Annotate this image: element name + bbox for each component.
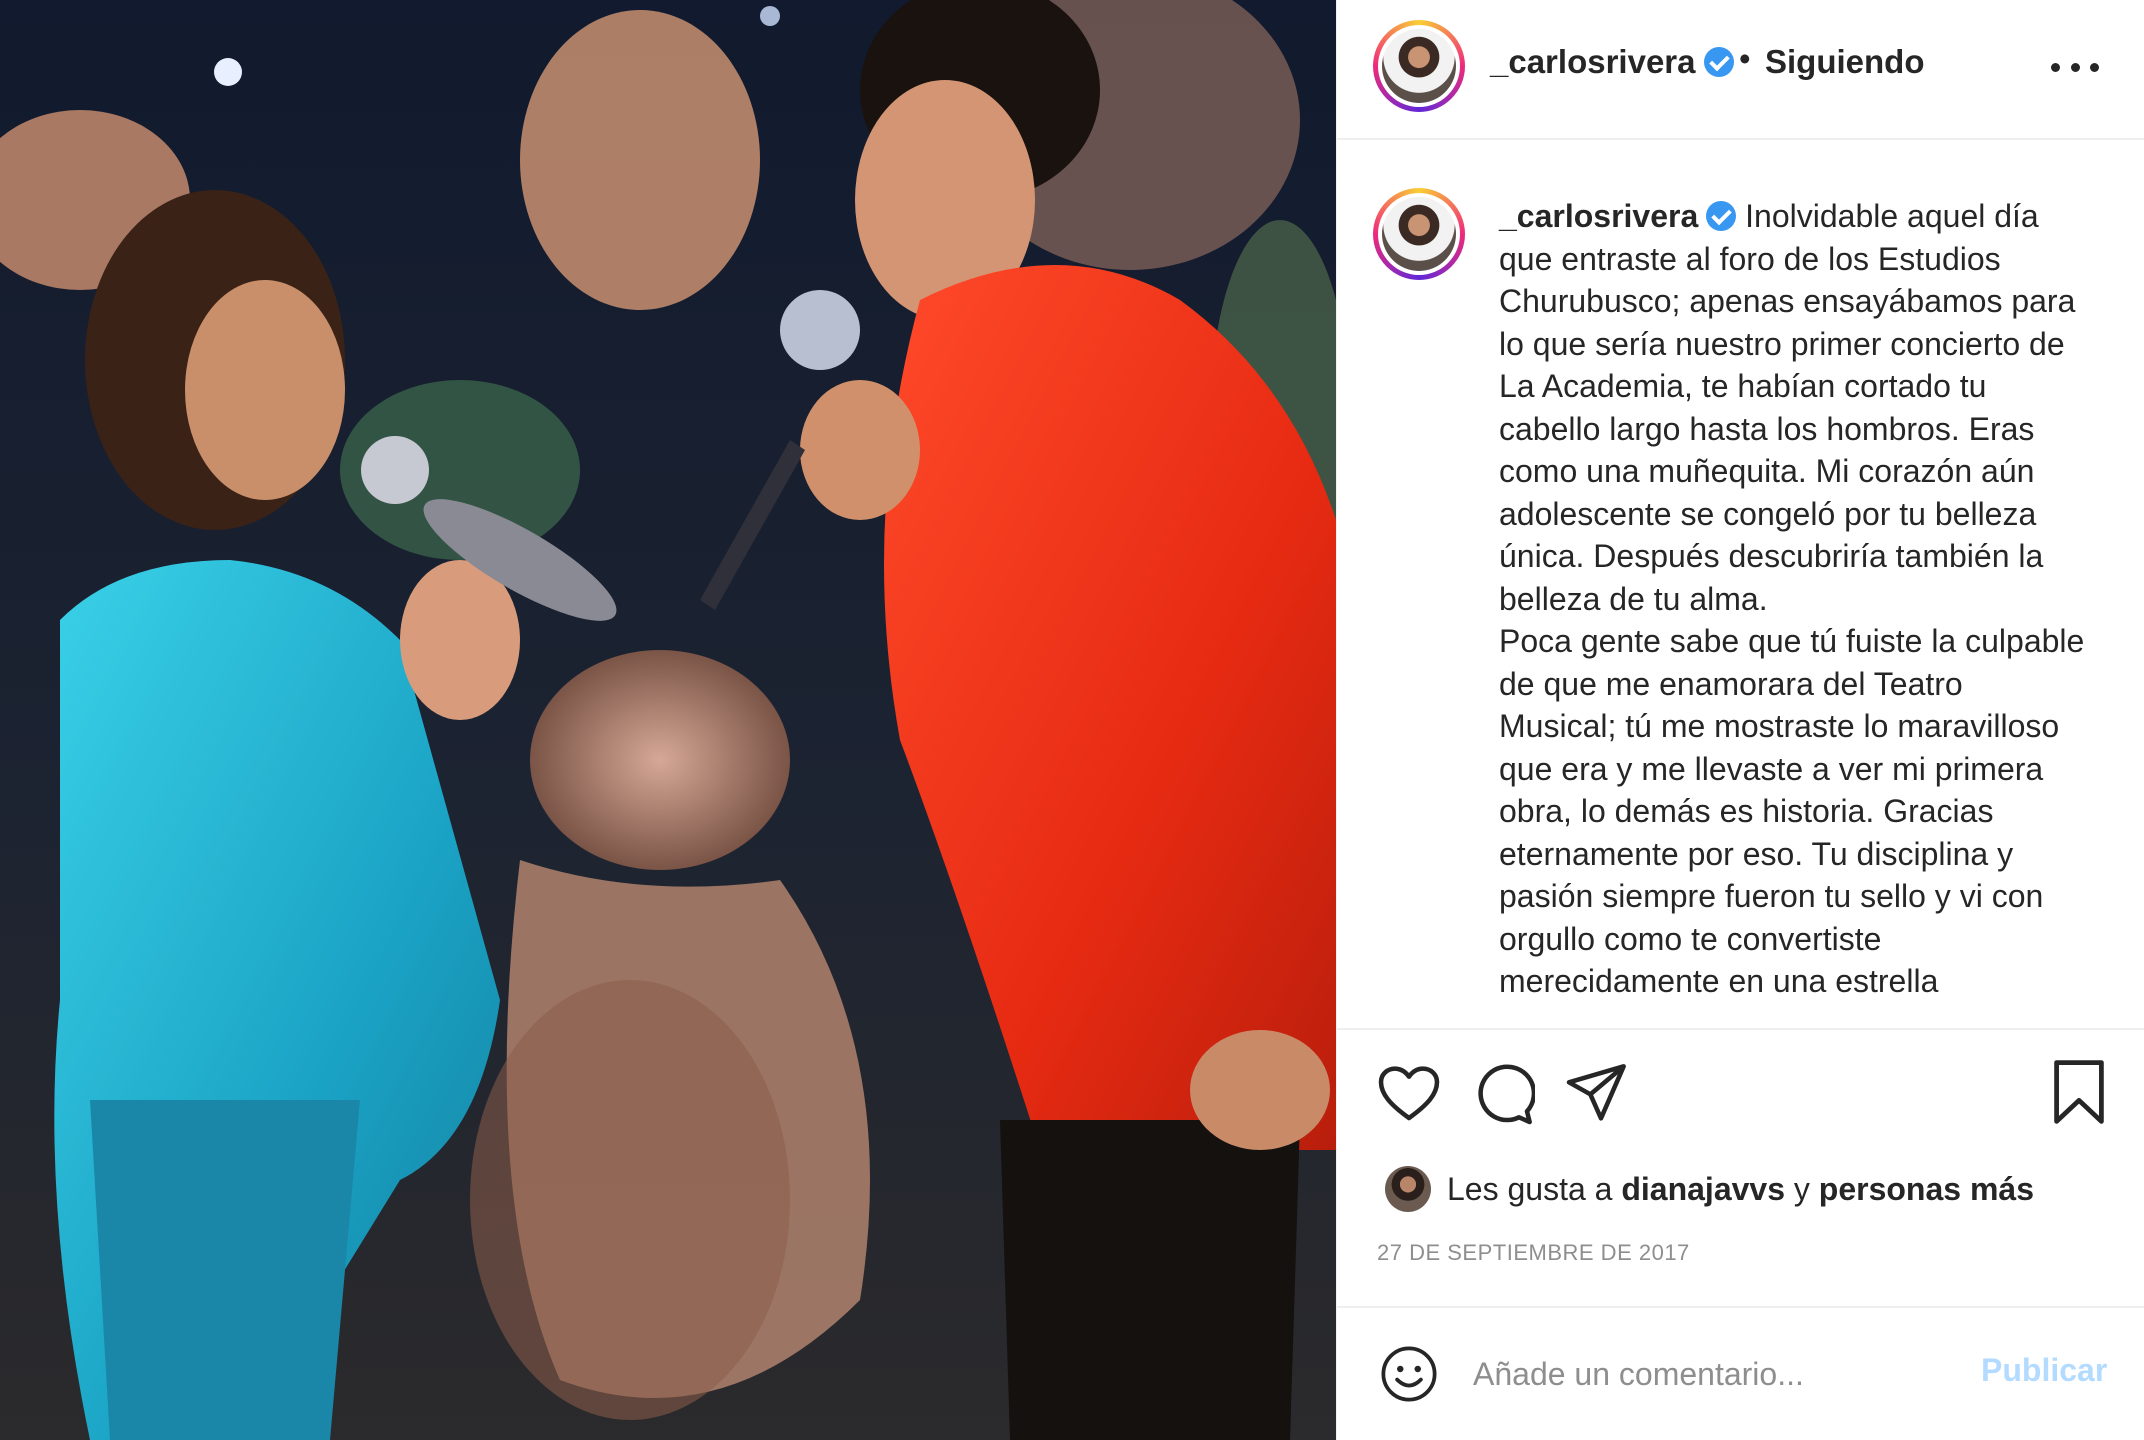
caption-line: como una muñequita. Mi corazón aún: [1499, 453, 2035, 489]
actions-divider: [1337, 1028, 2144, 1030]
concert-photo: [0, 0, 1336, 1440]
post-panel: _carlosrivera • Siguiendo _carlosrivera …: [1336, 0, 2144, 1440]
caption-line: cabello largo hasta los hombros. Eras: [1499, 410, 2035, 447]
caption-author-avatar[interactable]: [1373, 188, 1465, 280]
caption-line: lo que sería nuestro primer concierto de: [1499, 325, 2065, 362]
liker-username[interactable]: dianajavvs: [1621, 1171, 1785, 1208]
author-username[interactable]: _carlosrivera: [1490, 43, 1734, 81]
header-separator: •: [1739, 40, 1751, 77]
caption-line: que era y me llevaste a ver mi primera: [1499, 750, 2044, 787]
caption-line: obra, lo demás es historia. Gracias: [1499, 793, 1994, 829]
caption-line: única. Después descubriría también la: [1499, 538, 2044, 574]
post-date[interactable]: 27 DE SEPTIEMBRE DE 2017: [1377, 1240, 1690, 1266]
caption-author-username[interactable]: _carlosrivera: [1499, 198, 1698, 234]
post-header: _carlosrivera • Siguiendo: [1337, 0, 2144, 140]
heart-icon[interactable]: [1377, 1064, 1441, 1124]
caption-line: Inolvidable aquel día: [1745, 198, 2039, 234]
caption-line: La Academia, te habían cortado tu: [1499, 368, 1987, 404]
caption-line: adolescente se congeló por tu belleza: [1499, 495, 2037, 532]
comment-input[interactable]: [1473, 1350, 1993, 1398]
verified-badge-icon: [1706, 201, 1737, 231]
author-username-text[interactable]: _carlosrivera: [1490, 43, 1696, 80]
comment-divider: [1337, 1306, 2144, 1308]
share-icon[interactable]: [1565, 1062, 1629, 1124]
likes-prefix: Les gusta a: [1447, 1170, 1613, 1207]
caption-line: pasión siempre fueron tu sello y vi con: [1499, 878, 2044, 914]
caption-line: orgullo como te convertiste: [1499, 920, 1882, 957]
caption-line: Musical; tú me mostraste lo maravilloso: [1499, 708, 2060, 744]
more-options-icon[interactable]: [2051, 52, 2099, 82]
author-avatar[interactable]: [1373, 20, 1465, 112]
liker-avatar[interactable]: [1385, 1166, 1431, 1212]
likes-others-link[interactable]: personas más: [1819, 1171, 2034, 1208]
post-caption: _carlosrivera Inolvidable aquel día que …: [1499, 195, 2119, 1003]
caption-line: belleza de tu alma.: [1499, 580, 1768, 617]
comment-icon[interactable]: [1471, 1062, 1535, 1126]
bookmark-icon[interactable]: [2051, 1058, 2107, 1126]
caption-line: Poca gente sabe que tú fuiste la culpabl…: [1499, 623, 2085, 659]
following-button[interactable]: Siguiendo: [1765, 43, 1925, 81]
emoji-icon[interactable]: [1379, 1344, 1439, 1404]
caption-first-line: _carlosrivera Inolvidable aquel día: [1499, 195, 2119, 238]
caption-line: Churubusco; apenas ensayábamos para: [1499, 283, 2076, 319]
post-photo[interactable]: [0, 0, 1336, 1440]
likes-connector: y: [1793, 1170, 1810, 1207]
publish-button[interactable]: Publicar: [1981, 1352, 2107, 1389]
caption-line: eternamente por eso. Tu disciplina y: [1499, 835, 2014, 872]
caption-line: de que me enamorara del Teatro: [1499, 665, 1963, 702]
verified-badge-icon: [1703, 47, 1734, 77]
likes-summary: Les gusta a dianajavvs y personas más: [1385, 1164, 2034, 1214]
caption-line: que entraste al foro de los Estudios: [1499, 240, 2001, 277]
caption-line: merecidamente en una estrella: [1499, 963, 1939, 999]
